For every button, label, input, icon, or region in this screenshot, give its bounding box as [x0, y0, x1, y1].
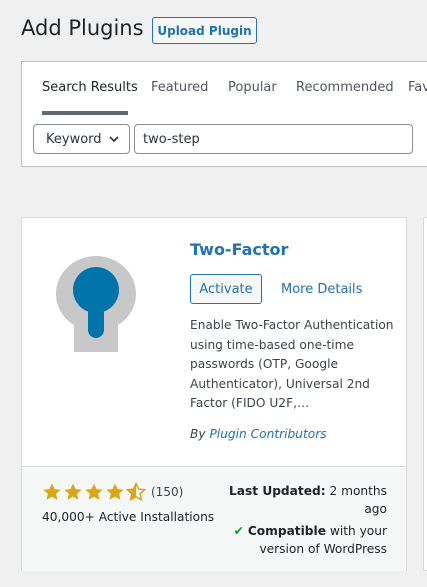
tab-recommended[interactable]: Recommended — [296, 80, 394, 95]
author-prefix: By — [190, 427, 206, 441]
plugin-author: By Plugin Contributors — [190, 427, 327, 441]
plugin-tabs: Search Results Featured Popular Recommen… — [22, 62, 427, 114]
upload-plugin-button[interactable]: Upload Plugin — [152, 17, 257, 44]
rating-stars: (150) — [42, 482, 183, 502]
search-type-select[interactable]: Keyword — [33, 124, 130, 154]
tab-popular[interactable]: Popular — [228, 80, 277, 95]
star-filled-icon — [106, 483, 124, 500]
author-link[interactable]: Plugin Contributors — [209, 427, 326, 441]
tab-search-results[interactable]: Search Results — [42, 80, 138, 95]
tab-featured[interactable]: Featured — [151, 80, 208, 95]
compatibility: ✔ Compatible with your version of WordPre… — [217, 522, 387, 558]
search-input[interactable]: two-step — [134, 124, 413, 154]
rating-count: (150) — [151, 485, 184, 499]
search-type-value: Keyword — [46, 131, 102, 147]
checkmark-icon: ✔ — [233, 524, 244, 538]
chevron-down-icon — [109, 136, 119, 143]
plugin-card-footer: (150) 40,000+ Active Installations Last … — [22, 466, 406, 571]
last-updated: Last Updated: 2 months ago — [227, 482, 387, 518]
compatible-label: Compatible — [247, 524, 326, 538]
star-filled-icon — [43, 483, 61, 500]
activate-button[interactable]: Activate — [190, 274, 262, 304]
plugin-name-link[interactable]: Two-Factor — [190, 240, 288, 259]
keyhole-icon — [56, 256, 136, 352]
active-installs: 40,000+ Active Installations — [42, 510, 215, 524]
page-title: Add Plugins — [21, 16, 144, 40]
plugin-description: Enable Two-Factor Authentication using t… — [190, 318, 394, 410]
active-tab-indicator — [42, 111, 128, 115]
plugin-card: Two-Factor Activate More Details Enable … — [21, 217, 407, 571]
tab-favorites[interactable]: Favorites — [408, 80, 427, 95]
more-details-link[interactable]: More Details — [281, 282, 362, 297]
star-filled-icon — [85, 483, 103, 500]
last-updated-label: Last Updated: — [229, 484, 326, 498]
plugin-filter-bar: Search Results Featured Popular Recommen… — [21, 61, 427, 167]
star-filled-icon — [64, 483, 82, 500]
next-plugin-card — [423, 217, 427, 571]
star-half-icon — [126, 482, 146, 502]
last-updated-value: 2 months ago — [329, 484, 387, 516]
